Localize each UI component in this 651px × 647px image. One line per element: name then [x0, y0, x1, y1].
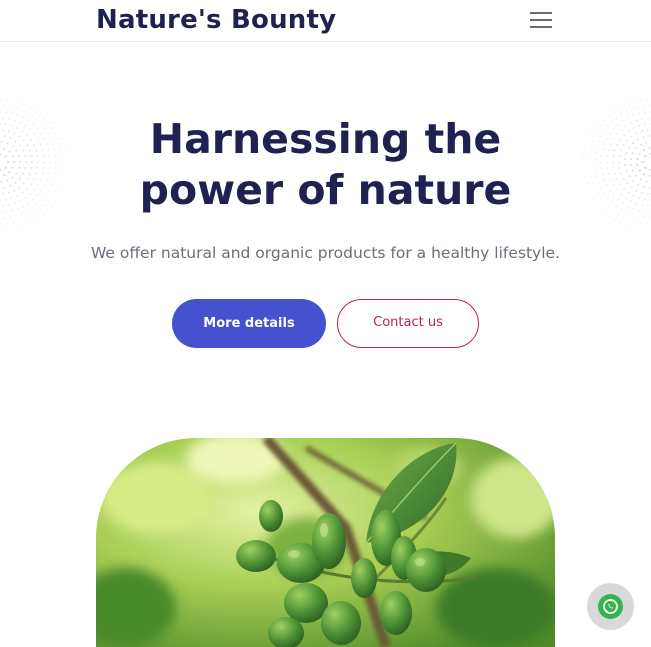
decorative-dot — [628, 219, 630, 221]
decorative-dot — [21, 97, 23, 99]
decorative-dot — [636, 94, 639, 96]
hamburger-menu-button[interactable] — [528, 9, 554, 31]
decorative-dot — [32, 101, 34, 104]
hero-title-line2: power of nature — [139, 166, 512, 214]
decorative-dot — [32, 220, 34, 223]
decorative-dot — [617, 108, 619, 110]
decorative-dot — [0, 111, 1, 113]
decorative-dot — [21, 225, 23, 227]
hero-subtitle: We offer natural and organic products fo… — [91, 244, 560, 262]
decorative-dot — [9, 106, 12, 108]
decorative-dot — [619, 222, 622, 224]
more-details-button[interactable]: More details — [172, 299, 326, 348]
decorative-dot — [648, 93, 651, 95]
decorative-dot — [614, 219, 616, 221]
decorative-dot — [648, 229, 651, 231]
decorative-dot — [639, 222, 642, 224]
decorative-dot — [639, 100, 642, 102]
decorative-dot — [0, 99, 3, 101]
decorative-dot — [645, 99, 648, 101]
decorative-dot — [614, 103, 616, 105]
decorative-dot — [3, 217, 6, 219]
green-berries-image — [96, 438, 555, 647]
decorative-dot — [21, 109, 23, 112]
decorative-dot — [625, 98, 627, 100]
decorative-dot — [609, 215, 611, 218]
decorative-dot — [27, 99, 29, 101]
decorative-dot — [636, 106, 639, 109]
decorative-dot — [3, 93, 6, 95]
decorative-dot — [622, 216, 625, 219]
decorative-dot — [9, 94, 12, 96]
decorative-dot — [625, 110, 628, 113]
decorative-dot — [18, 102, 20, 104]
decorative-dot — [642, 216, 645, 219]
decorative-dot — [645, 223, 648, 225]
hamburger-menu-icon — [530, 12, 552, 28]
decorative-dot — [648, 105, 651, 107]
hero-title: Harnessing the power of nature — [0, 114, 651, 216]
decorative-dot — [625, 224, 627, 226]
decorative-dot — [634, 221, 636, 223]
hero-image — [96, 438, 555, 647]
decorative-dot — [34, 110, 36, 112]
decorative-dot — [0, 223, 3, 225]
brand-logo-text[interactable]: Nature's Bounty — [96, 2, 336, 38]
decorative-dot — [15, 107, 17, 110]
hero-title-line1: Harnessing the — [149, 115, 502, 163]
decorative-dot — [636, 228, 639, 230]
whatsapp-icon-badge — [598, 594, 623, 619]
decorative-dot — [609, 106, 611, 109]
decorative-dot — [642, 105, 645, 108]
decorative-dot — [622, 105, 625, 108]
whatsapp-icon — [603, 599, 618, 614]
decorative-dot — [648, 217, 651, 219]
decorative-dot — [619, 100, 622, 102]
decorative-dot — [5, 111, 7, 114]
decorative-dot — [9, 216, 12, 218]
decorative-dot — [37, 217, 39, 219]
decorative-dot — [37, 105, 39, 107]
site-header: Nature's Bounty — [0, 0, 651, 42]
decorative-dot — [15, 227, 18, 229]
decorative-dot — [12, 221, 15, 224]
whatsapp-button[interactable] — [587, 583, 634, 630]
decorative-dot — [631, 96, 633, 98]
page: Nature's Bounty Harnessing the power of … — [0, 0, 651, 647]
decorative-dot — [642, 93, 645, 96]
decorative-dot — [12, 100, 15, 103]
decorative-dot — [628, 103, 630, 105]
contact-us-button[interactable]: Contact us — [337, 299, 479, 348]
decorative-dot — [29, 107, 31, 109]
decorative-dot — [3, 229, 6, 231]
decorative-dot — [9, 228, 12, 230]
decorative-dot — [604, 110, 607, 112]
decorative-dot — [15, 95, 18, 97]
decorative-dot — [18, 220, 20, 222]
decorative-dot — [631, 226, 633, 228]
decorative-dot — [644, 111, 646, 114]
decorative-dot — [3, 105, 6, 107]
decorative-dot — [6, 222, 9, 225]
decorative-dot — [6, 99, 9, 102]
decorative-dot — [631, 108, 633, 111]
decorative-dot — [642, 228, 645, 231]
decorative-dot — [24, 218, 26, 220]
decorative-dot — [634, 101, 636, 103]
decorative-dot — [24, 104, 26, 106]
decorative-dot — [42, 108, 44, 111]
decorative-dot — [27, 223, 29, 225]
